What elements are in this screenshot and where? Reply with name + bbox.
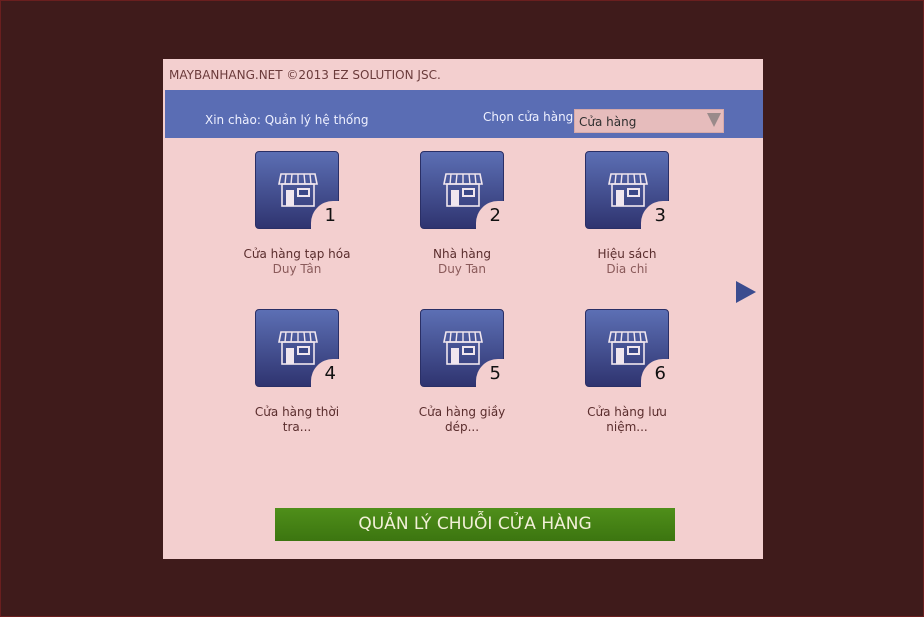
store-tile-3[interactable]: 3 Hiệu sách Dia chi	[572, 151, 682, 277]
store-tile-1[interactable]: 1 Cửa hàng tạp hóa Duy Tân	[242, 151, 352, 277]
store-selection-panel: MAYBANHANG.NET ©2013 EZ SOLUTION JSC. Xi…	[163, 59, 763, 559]
store-tile-5[interactable]: 5 Cửa hàng giầy dép...	[407, 309, 517, 435]
store-select-value: Cửa hàng	[579, 115, 637, 129]
greeting-text: Xin chào: Quản lý hệ thống	[205, 113, 369, 127]
storefront-icon[interactable]: 3	[585, 151, 669, 229]
storefront-icon	[608, 331, 648, 365]
store-tile-4[interactable]: 4 Cửa hàng thời tra...	[242, 309, 352, 435]
storefront-icon[interactable]: 4	[255, 309, 339, 387]
store-name: Cửa hàng giầy dép...	[418, 405, 506, 434]
storefront-icon	[443, 173, 483, 207]
copyright-text: MAYBANHANG.NET ©2013 EZ SOLUTION JSC.	[169, 68, 441, 82]
storefront-icon	[278, 331, 318, 365]
storefront-icon[interactable]: 6	[585, 309, 669, 387]
store-name: Cửa hàng tạp hóa	[243, 247, 351, 261]
store-tile-6[interactable]: 6 Cửa hàng lưu niệm...	[572, 309, 682, 435]
store-address: Dia chi	[606, 262, 648, 276]
storefront-icon[interactable]: 2	[420, 151, 504, 229]
header-bar: Xin chào: Quản lý hệ thống Chọn cửa hàng…	[165, 90, 763, 138]
store-name: Cửa hàng thời tra...	[254, 405, 340, 434]
store-select-dropdown[interactable]: Cửa hàng	[574, 109, 724, 133]
storefront-icon[interactable]: 1	[255, 151, 339, 229]
store-tile-2[interactable]: 2 Nhà hàng Duy Tan	[407, 151, 517, 277]
dropdown-arrow-icon[interactable]	[707, 113, 721, 127]
storefront-icon	[443, 331, 483, 365]
store-name: Hiệu sách	[597, 247, 657, 261]
storefront-icon	[608, 173, 648, 207]
next-arrow-icon[interactable]	[736, 281, 756, 303]
store-name: Cửa hàng lưu niệm...	[587, 405, 667, 434]
chain-management-button[interactable]: QUẢN LÝ CHUỖI CỬA HÀNG	[275, 508, 675, 541]
store-address: Duy Tan	[437, 262, 487, 276]
store-name: Nhà hàng	[433, 247, 491, 261]
storefront-icon[interactable]: 5	[420, 309, 504, 387]
store-address: Duy Tân	[272, 262, 322, 276]
storefront-icon	[278, 173, 318, 207]
store-select-label: Chọn cửa hàng	[483, 110, 574, 124]
